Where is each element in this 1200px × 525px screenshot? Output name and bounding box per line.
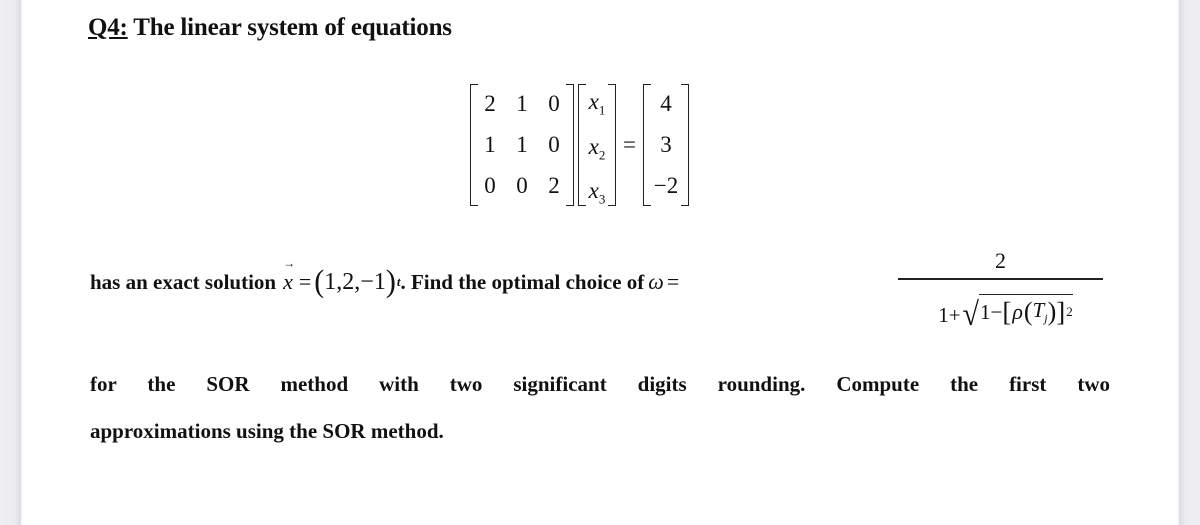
denominator-one: 1+ [938,302,961,327]
equals-sign: = [666,269,680,294]
solution-values: 1,2,−1 [324,268,386,295]
omega-formula: 2 1+ √ 1− [ ρ ( Tj ) ] 2 [898,246,1103,333]
left-paren: ( [1023,297,1033,326]
fraction-denominator: 1+ √ 1− [ ρ ( Tj ) ] 2 [898,292,1103,333]
question-title: The linear system of equations [133,14,452,41]
sqrt-icon: √ [962,295,980,333]
vector-x: x [283,256,295,295]
matrix-cell: 1 [516,91,528,117]
radicand-one: 1− [980,299,1003,324]
open-paren: ( [314,264,325,299]
unknowns-vector: x1 x2 x3 [578,84,616,207]
matrix-cell: 0 [548,91,560,117]
instruction-line-1: for the SOR method with two significant … [90,372,1110,396]
unknown-x1: x1 [588,89,606,118]
coefficient-matrix: 2 1 0 1 1 0 0 0 2 [470,84,574,206]
exponent: 2 [1066,304,1073,319]
close-paren: ) [385,264,396,299]
question-heading: Q4: The linear system of equations [88,14,452,42]
matrix-cell: 1 [516,131,528,157]
matrix-cell: 2 [548,172,560,198]
left-bracket: [ [1002,296,1012,327]
rho-symbol: ρ [1012,299,1023,324]
right-bracket: ] [1056,296,1066,327]
left-margin-strip [0,0,22,525]
unknown-x3: x3 [588,178,606,207]
matrix-row: 1 1 0 [474,127,570,163]
fraction-bar [898,278,1103,280]
unknown-x2: x2 [588,133,606,163]
right-margin-strip [1178,0,1200,525]
rhs-vector: 4 3 −2 [642,84,689,206]
rhs-cell: −2 [653,172,679,198]
question-number: Q4: [88,14,128,41]
right-paren: ) [1047,297,1057,326]
equals-sign: = [623,132,636,157]
matrix-cell: 2 [484,91,496,117]
fraction-numerator: 2 [995,248,1006,273]
radicand: 1− [ ρ ( Tj ) ] 2 [979,293,1073,328]
rhs-cell: 3 [660,131,672,157]
matrix-row: 0 0 2 [474,168,570,204]
instruction-line-2: approximations using the SOR method. [90,419,444,443]
T-j: Tj [1032,297,1048,326]
matrix-row: 2 1 0 [474,86,570,122]
omega-symbol: ω [648,269,664,294]
sentence-text: has an exact solution [90,269,277,294]
matrix-cell: 0 [516,172,528,198]
sentence-text: . Find the optimal choice of [400,269,645,294]
matrix-cell: 1 [484,131,496,157]
matrix-cell: 0 [484,172,496,198]
solution-sentence: has an exact solution x = ( 1,2,−1 ) t .… [90,256,680,299]
equals-sign: = [298,269,312,294]
rhs-cell: 4 [660,91,672,117]
matrix-cell: 0 [548,131,560,157]
matrix-equation: 2 1 0 1 1 0 0 0 2 x1 x2 x3 = 4 3 −2 [470,83,689,207]
